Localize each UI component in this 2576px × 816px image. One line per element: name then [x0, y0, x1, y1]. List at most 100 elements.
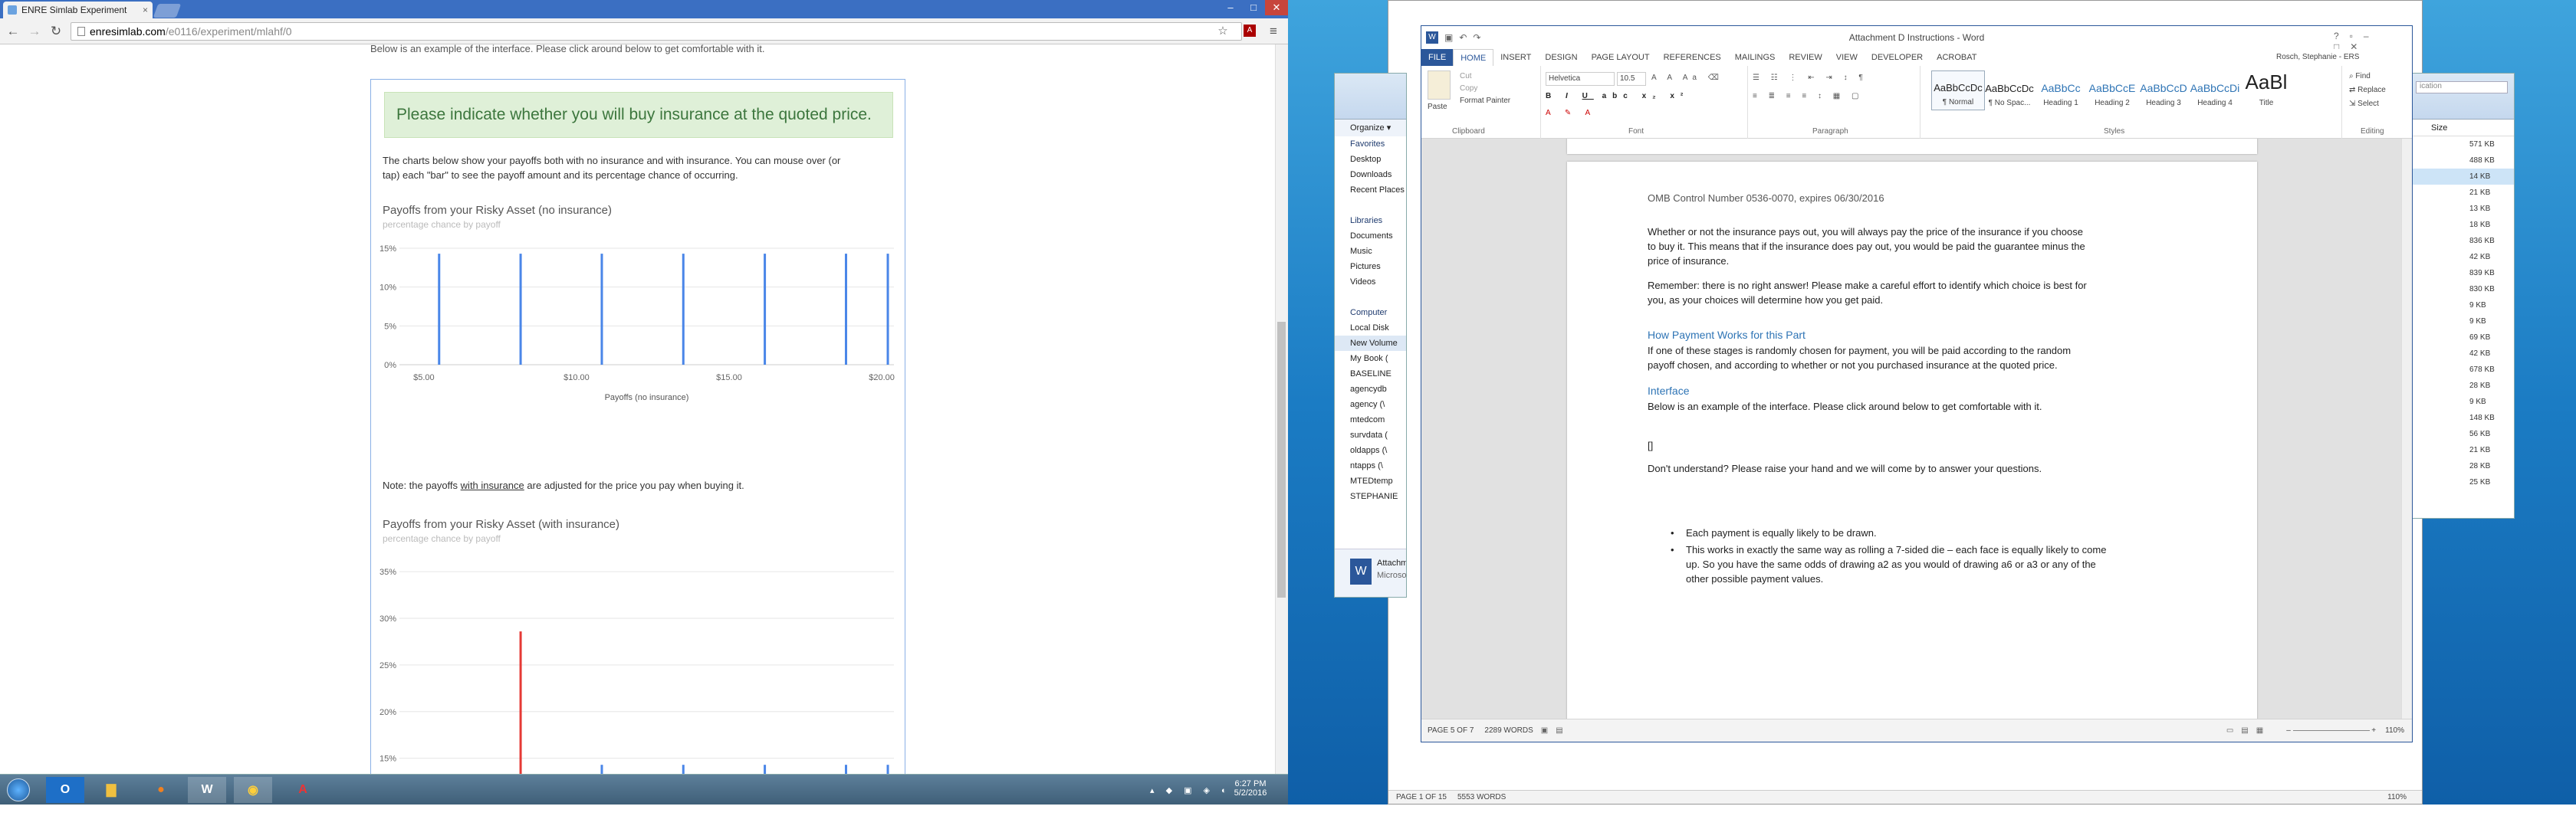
zoom-level[interactable]: 110%	[2385, 726, 2404, 735]
explorer-item[interactable]: Downloads	[1335, 167, 1406, 182]
search-box[interactable]: ication	[2416, 81, 2508, 93]
explorer-item[interactable]: Libraries	[1335, 213, 1406, 228]
ribbon-tab-home[interactable]: HOME	[1453, 48, 1494, 67]
macro-icon[interactable]: ▤	[1556, 726, 1562, 735]
file-size[interactable]: 69 KB	[2408, 329, 2514, 346]
ribbon-tab-acrobat[interactable]: ACROBAT	[1930, 49, 1983, 66]
file-size[interactable]: 678 KB	[2408, 362, 2514, 378]
firefox-icon[interactable]: ●	[142, 777, 180, 803]
file-size[interactable]: 28 KB	[2408, 458, 2514, 474]
explorer-item[interactable]: Videos	[1335, 274, 1406, 290]
file-size[interactable]: 571 KB	[2408, 136, 2514, 152]
clock[interactable]: 6:27 PM 5/2/2016	[1231, 779, 1270, 810]
font-size-buttons[interactable]: A A Aa ⌫	[1651, 74, 1723, 82]
new-tab-button[interactable]	[153, 4, 182, 18]
tab-close-icon[interactable]: ×	[143, 5, 148, 15]
word-count[interactable]: 2289 WORDS	[1484, 726, 1533, 735]
paste-icon[interactable]	[1428, 70, 1451, 100]
explorer-item[interactable]: Favorites	[1335, 136, 1406, 152]
style-heading-2[interactable]: AaBbCcE Heading 2	[2085, 70, 2139, 110]
chrome-taskbar-icon[interactable]: ◉	[234, 777, 272, 803]
word-icon[interactable]: W	[188, 777, 226, 803]
reload-icon[interactable]: ↻	[48, 24, 64, 39]
chart-with-insurance[interactable]: 15% 20% 25% 30% 35%	[371, 547, 906, 774]
explorer-item[interactable]: New Volume	[1335, 336, 1406, 351]
style-heading-3[interactable]: AaBbCcD Heading 3	[2137, 70, 2190, 110]
file-size[interactable]: 18 KB	[2408, 217, 2514, 233]
size-column-header[interactable]: Size	[2408, 120, 2514, 136]
paste-button[interactable]: Paste	[1428, 103, 1447, 111]
file-size[interactable]: 836 KB	[2408, 233, 2514, 249]
ribbon-tab-page-layout[interactable]: PAGE LAYOUT	[1585, 49, 1657, 66]
style-heading-4[interactable]: AaBbCcDi Heading 4	[2188, 70, 2242, 110]
browser-tab[interactable]: ENRE Simlab Experiment ×	[3, 2, 153, 18]
style-normal[interactable]: AaBbCcDc ¶ Normal	[1931, 70, 1985, 110]
style-heading-1[interactable]: AaBbCc Heading 1	[2034, 70, 2088, 110]
quick-access-icons[interactable]: ▣↶↷	[1444, 32, 1487, 43]
minimize-icon[interactable]: –	[1219, 0, 1242, 15]
explorer-item[interactable]: agencydb	[1335, 382, 1406, 397]
style-title[interactable]: AaBl Title	[2239, 70, 2293, 110]
file-size[interactable]: 25 KB	[2408, 474, 2514, 490]
file-size[interactable]: 9 KB	[2408, 297, 2514, 313]
doc-scrollbar[interactable]	[2401, 139, 2412, 719]
select-button[interactable]: ⇲ Select	[2349, 100, 2379, 108]
ribbon-tab-insert[interactable]: INSERT	[1493, 49, 1538, 66]
list-buttons[interactable]: ☰ ☷ ⋮ ⇤ ⇥ ↕ ¶	[1753, 74, 1868, 82]
ribbon-tab-review[interactable]: REVIEW	[1782, 49, 1829, 66]
font-format-buttons[interactable]: B I U abc x₂ x²	[1546, 92, 1689, 100]
bookmark-star-icon[interactable]: ☆	[1214, 24, 1231, 39]
font-name-select[interactable]: Helvetica	[1546, 72, 1615, 86]
file-size[interactable]: 9 KB	[2408, 313, 2514, 329]
file-size[interactable]: 42 KB	[2408, 346, 2514, 362]
back-icon[interactable]: ←	[5, 24, 21, 39]
font-color-buttons[interactable]: A ✎ A	[1546, 109, 1596, 117]
ribbon-tab-file[interactable]: FILE	[1421, 49, 1454, 66]
format-painter-button[interactable]: Format Painter	[1460, 97, 1510, 105]
replace-button[interactable]: ⇄ Replace	[2349, 86, 2386, 94]
organize-button[interactable]: Organize ▾	[1335, 120, 1406, 136]
address-bar[interactable]: enresimlab.com/e0116/experiment/mlahf/0	[71, 22, 1242, 41]
explorer-icon[interactable]: ▇	[92, 777, 130, 803]
page-count[interactable]: PAGE 5 OF 7	[1428, 726, 1474, 735]
ribbon-tab-view[interactable]: VIEW	[1829, 49, 1865, 66]
copy-button[interactable]: Copy	[1460, 84, 1477, 93]
word2-zoom[interactable]: 110%	[2387, 793, 2407, 801]
explorer-item[interactable]: agency (\	[1335, 397, 1406, 412]
explorer-item[interactable]: Local Disk	[1335, 320, 1406, 336]
explorer-item[interactable]: mtedcom	[1335, 412, 1406, 428]
word2-word-count[interactable]: 5553 WORDS	[1457, 793, 1506, 801]
start-button[interactable]	[2, 777, 35, 803]
explorer-item[interactable]: Recent Places	[1335, 182, 1406, 198]
doc-page-current[interactable]: OMB Control Number 0536-0070, expires 06…	[1567, 162, 2257, 719]
tray-icons[interactable]: ▴ ◆ ▣ ◈ ◐	[1150, 785, 1231, 816]
explorer-item[interactable]: Pictures	[1335, 259, 1406, 274]
file-size[interactable]: 21 KB	[2408, 185, 2514, 201]
explorer-item[interactable]: STEPHANIE	[1335, 489, 1406, 504]
find-button[interactable]: ⌕ Find	[2349, 72, 2371, 80]
explorer-item[interactable]: survdata (	[1335, 428, 1406, 443]
file-size[interactable]: 839 KB	[2408, 265, 2514, 281]
ribbon-tab-references[interactable]: REFERENCES	[1657, 49, 1728, 66]
style-no-spac[interactable]: AaBbCcDc ¶ No Spac...	[1983, 70, 2036, 110]
explorer-item[interactable]: Music	[1335, 244, 1406, 259]
ribbon-tab-design[interactable]: DESIGN	[1538, 49, 1584, 66]
outlook-icon[interactable]: O	[46, 777, 84, 803]
file-size[interactable]: 14 KB	[2408, 169, 2514, 185]
scrollbar-thumb[interactable]	[1277, 322, 1286, 598]
explorer-item[interactable]: Computer	[1335, 305, 1406, 320]
cut-button[interactable]: Cut	[1460, 72, 1472, 80]
file-size[interactable]: 28 KB	[2408, 378, 2514, 394]
explorer-item[interactable]: Desktop	[1335, 152, 1406, 167]
explorer-item[interactable]: ntapps (\	[1335, 458, 1406, 474]
forward-icon[interactable]: →	[26, 24, 43, 39]
explorer-item[interactable]: My Book (	[1335, 351, 1406, 366]
explorer-item[interactable]: MTEDtemp	[1335, 474, 1406, 489]
ribbon-tab-mailings[interactable]: MAILINGS	[1728, 49, 1783, 66]
file-size[interactable]: 42 KB	[2408, 249, 2514, 265]
file-size[interactable]: 21 KB	[2408, 442, 2514, 458]
explorer-item[interactable]: BASELINE	[1335, 366, 1406, 382]
acrobat-icon[interactable]: A	[284, 777, 322, 803]
ribbon-tab-developer[interactable]: DEVELOPER	[1865, 49, 1930, 66]
close-icon[interactable]: ✕	[1265, 0, 1288, 15]
